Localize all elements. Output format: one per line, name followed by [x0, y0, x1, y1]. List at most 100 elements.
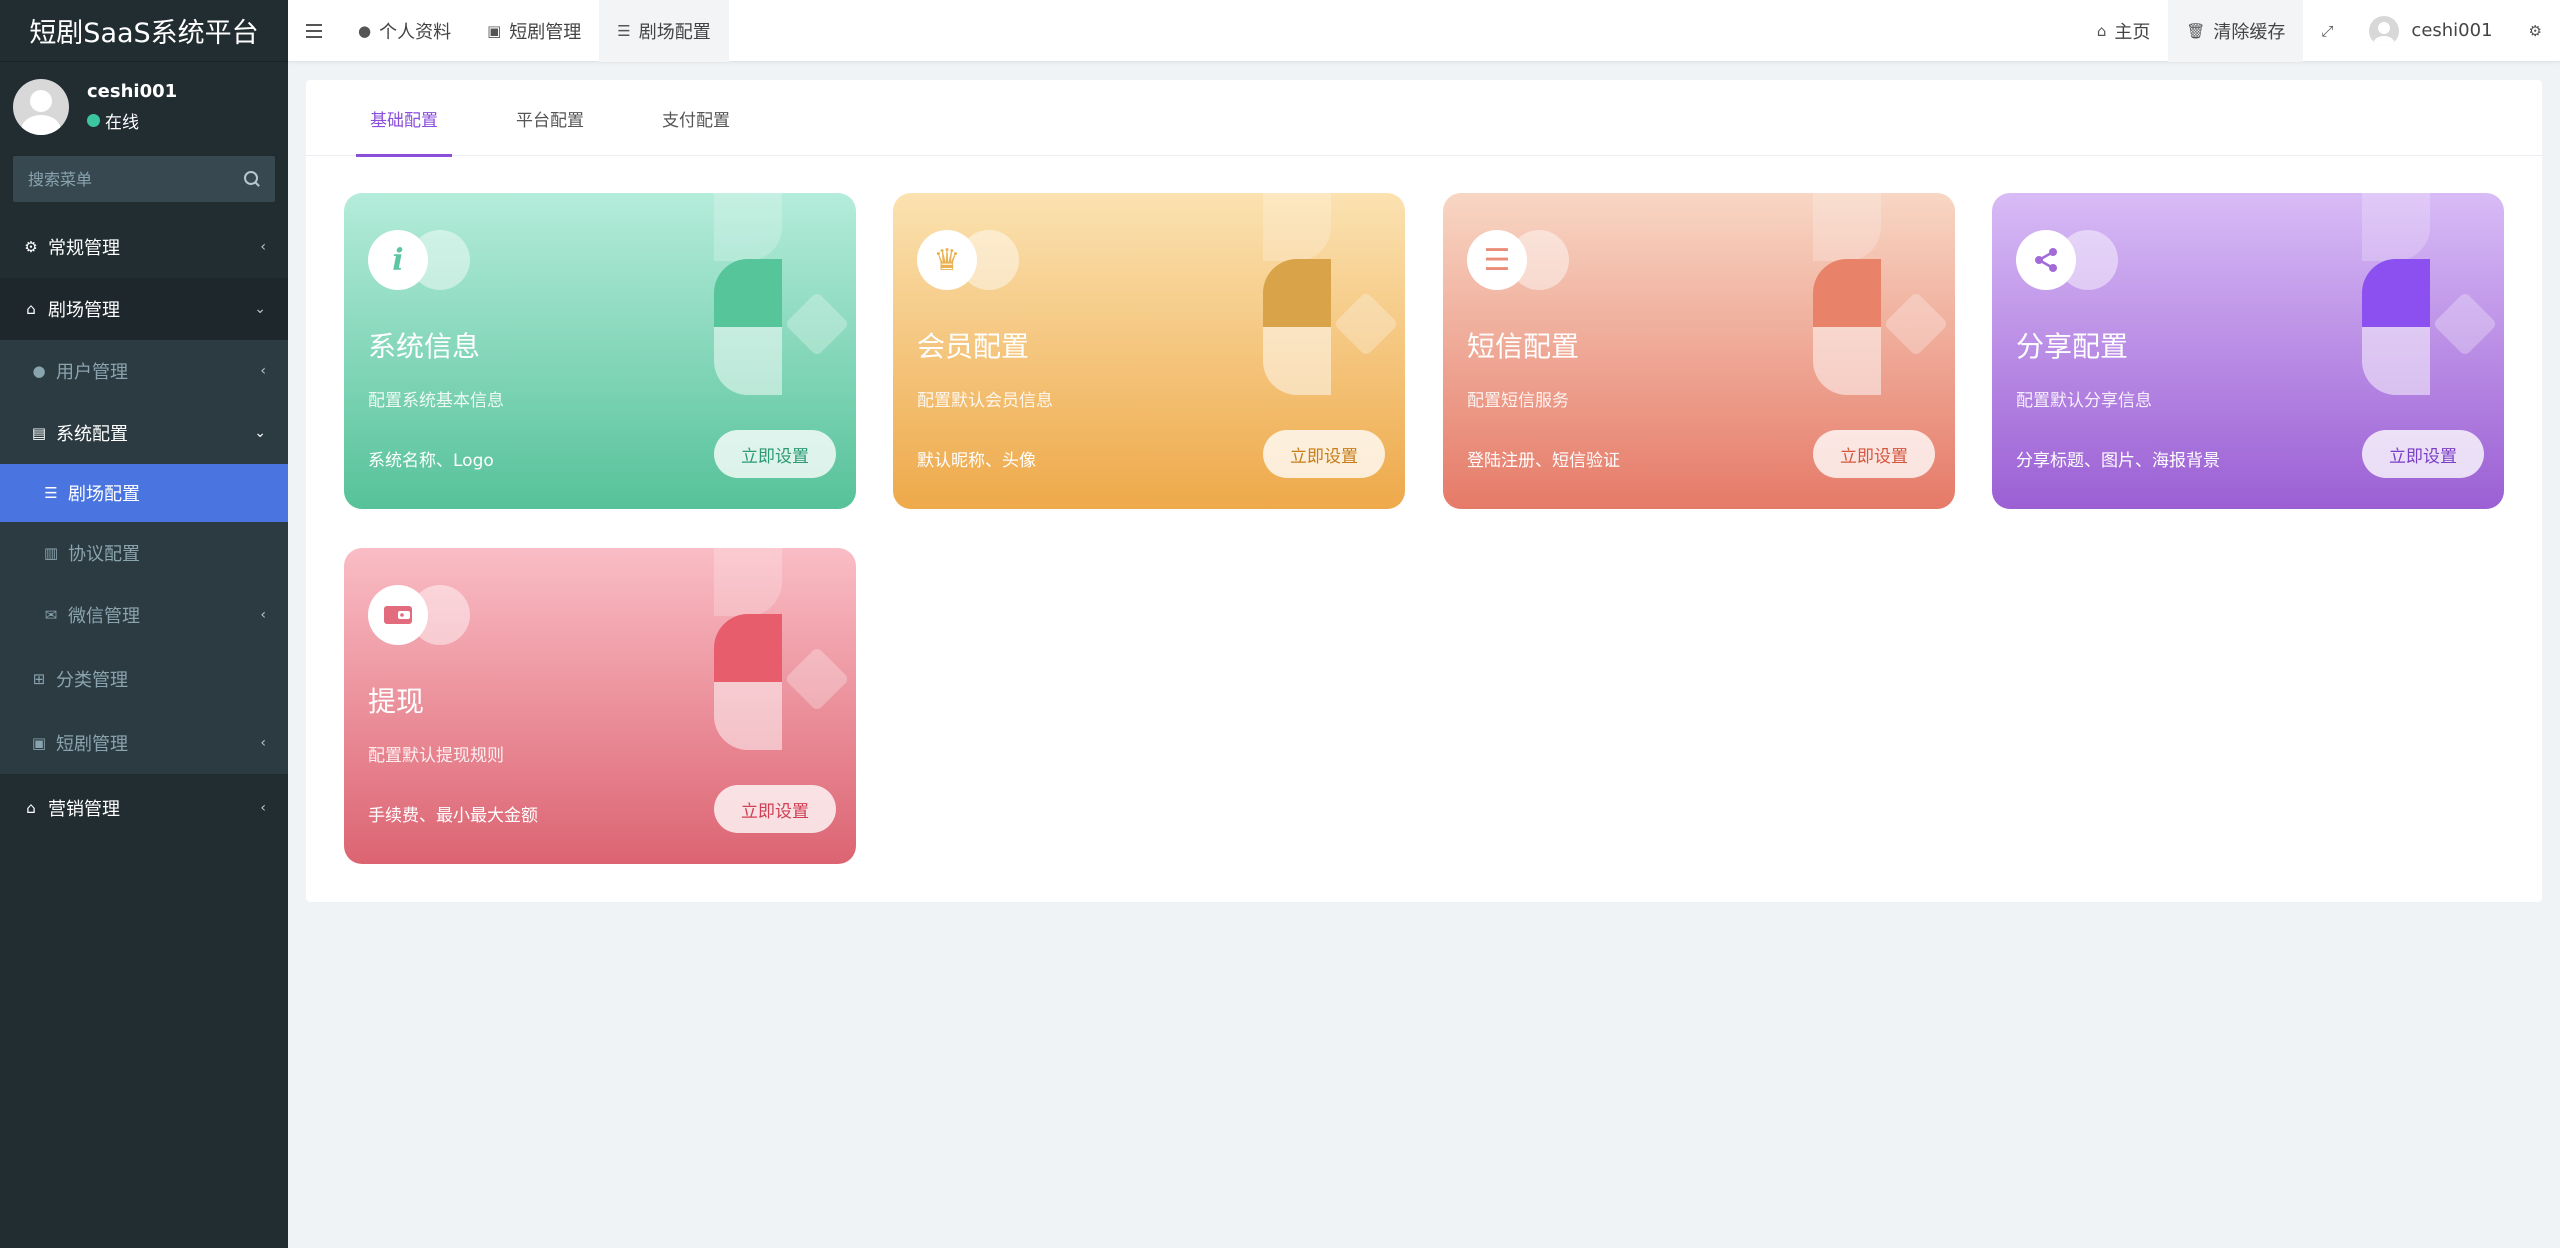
clear-cache-label: 清除缓存	[2213, 21, 2286, 43]
topbar-avatar	[2369, 15, 2400, 46]
sidebar-item-agreement-config[interactable]: ▥ 协议配置	[0, 522, 288, 584]
sidebar-item-general[interactable]: ⚙ 常规管理 ‹	[0, 216, 288, 278]
tab-payment-config[interactable]: 支付配置	[648, 80, 744, 156]
expand-icon: ⤢	[2321, 21, 2334, 40]
search-icon[interactable]	[244, 171, 260, 187]
sliders-icon: ☰	[44, 484, 58, 502]
sidebar-item-system-config[interactable]: ▤ 系统配置 ⌄	[0, 402, 288, 464]
app-logo-title[interactable]: 短剧SaaS系统平台	[0, 0, 288, 62]
fullscreen-button[interactable]: ⤢	[2303, 0, 2351, 62]
card-decoration	[1811, 193, 1955, 403]
config-card-sms: ☰ 短信配置 配置短信服务 登陆注册、短信验证 立即设置	[1443, 193, 1955, 509]
sidebar-item-label: 协议配置	[68, 544, 140, 565]
sidebar-item-wechat[interactable]: ✉ 微信管理 ‹	[0, 584, 288, 646]
chevron-left-icon: ‹	[260, 239, 266, 255]
card-title: 会员配置	[917, 330, 1030, 363]
tab-basic-config[interactable]: 基础配置	[356, 80, 452, 157]
card-detail: 系统名称、Logo	[368, 451, 494, 471]
card-title: 系统信息	[368, 330, 481, 363]
card-detail: 手续费、最小最大金额	[368, 806, 538, 826]
sidebar-item-label: 系统配置	[56, 424, 128, 445]
sidebar: 短剧SaaS系统平台 ceshi001 在线 ⚙ 常规管理 ‹ ⌂ 剧场管理 ⌄…	[0, 0, 288, 1248]
topbar-username: ceshi001	[2411, 20, 2493, 41]
settings-button[interactable]: ⚙	[2511, 0, 2560, 62]
setup-now-button[interactable]: 立即设置	[714, 430, 836, 478]
card-decoration	[712, 193, 856, 403]
menu-search-input[interactable]	[28, 169, 244, 189]
tab-label: 个人资料	[379, 21, 452, 43]
user-avatar	[13, 79, 69, 135]
card-decoration	[712, 548, 856, 758]
user-status: 在线	[87, 108, 177, 133]
user-icon: ●	[358, 21, 372, 40]
sidebar-item-category[interactable]: ⊞ 分类管理	[0, 646, 288, 712]
card-title: 提现	[368, 685, 425, 718]
home-icon: ⌂	[26, 799, 36, 817]
online-status-dot-icon	[87, 114, 100, 127]
home-icon: ⌂	[2096, 21, 2107, 40]
sidebar-item-users[interactable]: ● 用户管理 ‹	[0, 340, 288, 402]
sliders-icon: ☰	[617, 21, 631, 40]
user-name: ceshi001	[87, 81, 178, 102]
sidebar-item-label: 营销管理	[48, 799, 120, 820]
user-status-text: 在线	[105, 113, 139, 133]
trash-icon: 🗑	[2186, 21, 2206, 40]
sidebar-item-label: 分类管理	[56, 670, 128, 691]
card-title: 分享配置	[2016, 330, 2129, 363]
chevron-left-icon: ‹	[260, 800, 266, 816]
config-tabs: 基础配置 平台配置 支付配置	[306, 80, 2542, 157]
topbar-right: ⌂ 主页 🗑 清除缓存 ⤢ ceshi001 ⚙	[2079, 0, 2560, 62]
cogs-icon: ⚙	[24, 238, 38, 256]
chevron-down-icon: ⌄	[254, 301, 266, 317]
sidebar-item-label: 剧场管理	[48, 300, 120, 321]
setup-now-button[interactable]: 立即设置	[2362, 430, 2484, 478]
sidebar-item-marketing[interactable]: ⌂ 营销管理 ‹	[0, 774, 288, 842]
setup-now-button[interactable]: 立即设置	[1813, 430, 1935, 478]
sidebar-item-label: 微信管理	[68, 606, 140, 627]
card-description: 配置默认分享信息	[2016, 391, 2152, 411]
info-icon: i	[368, 230, 428, 290]
config-card-system-info: i 系统信息 配置系统基本信息 系统名称、Logo 立即设置	[344, 193, 856, 509]
config-card-withdraw: 提现 配置默认提现规则 手续费、最小最大金额 立即设置	[344, 548, 856, 864]
config-card-member: ♛ 会员配置 配置默认会员信息 默认昵称、头像 立即设置	[893, 193, 1405, 509]
sidebar-item-label: 短剧管理	[56, 734, 128, 755]
sidebar-item-theater[interactable]: ⌂ 剧场管理 ⌄	[0, 278, 288, 340]
clear-cache-button[interactable]: 🗑 清除缓存	[2168, 0, 2304, 62]
tab-platform-config[interactable]: 平台配置	[502, 80, 598, 156]
tab-label: 短剧管理	[509, 21, 582, 43]
card-decoration	[2360, 193, 2504, 403]
home-link[interactable]: ⌂ 主页	[2079, 0, 2169, 62]
setup-now-button[interactable]: 立即设置	[1263, 430, 1385, 478]
sidebar-item-label: 常规管理	[48, 238, 120, 259]
sidebar-item-drama[interactable]: ▣ 短剧管理 ‹	[0, 712, 288, 774]
card-description: 配置系统基本信息	[368, 391, 504, 411]
wallet-icon	[368, 585, 428, 645]
menu-search	[13, 156, 275, 202]
card-description: 配置默认提现规则	[368, 746, 504, 766]
tab-theater-config[interactable]: ☰ 剧场配置	[599, 0, 729, 62]
config-card-share: 分享配置 配置默认分享信息 分享标题、图片、海报背景 立即设置	[1992, 193, 2504, 509]
sidebar-item-label: 用户管理	[56, 362, 128, 383]
user-menu[interactable]: ceshi001	[2351, 0, 2510, 62]
card-detail: 分享标题、图片、海报背景	[2016, 451, 2220, 471]
chevron-left-icon: ‹	[260, 607, 266, 623]
sidebar-item-theater-config[interactable]: ☰ 剧场配置	[0, 464, 288, 522]
card-detail: 登陆注册、短信验证	[1467, 451, 1620, 471]
user-panel: ceshi001 在线	[0, 62, 288, 152]
shopping-bag-icon: ▣	[31, 734, 47, 752]
hamburger-icon	[306, 23, 322, 38]
tab-profile[interactable]: ● 个人资料	[340, 0, 469, 62]
sidebar-toggle-button[interactable]	[288, 0, 340, 62]
content-panel: 基础配置 平台配置 支付配置 i 系统信息 配置系统基本信息 系统名称、Logo…	[306, 80, 2542, 902]
chevron-left-icon: ‹	[260, 735, 266, 751]
theater-submenu: ● 用户管理 ‹ ▤ 系统配置 ⌄ ☰ 剧场配置 ▥ 协议配置 ✉ 微信管理 ‹…	[0, 340, 288, 774]
wechat-icon: ✉	[44, 606, 58, 624]
sidebar-item-label: 剧场配置	[68, 484, 140, 505]
chevron-down-icon: ⌄	[254, 425, 266, 441]
card-decoration	[1261, 193, 1405, 403]
setup-now-button[interactable]: 立即设置	[714, 785, 836, 833]
tab-drama-management[interactable]: ▣ 短剧管理	[469, 0, 599, 62]
file-icon: ▤	[31, 424, 47, 442]
card-description: 配置默认会员信息	[917, 391, 1053, 411]
book-icon: ▥	[43, 544, 59, 562]
